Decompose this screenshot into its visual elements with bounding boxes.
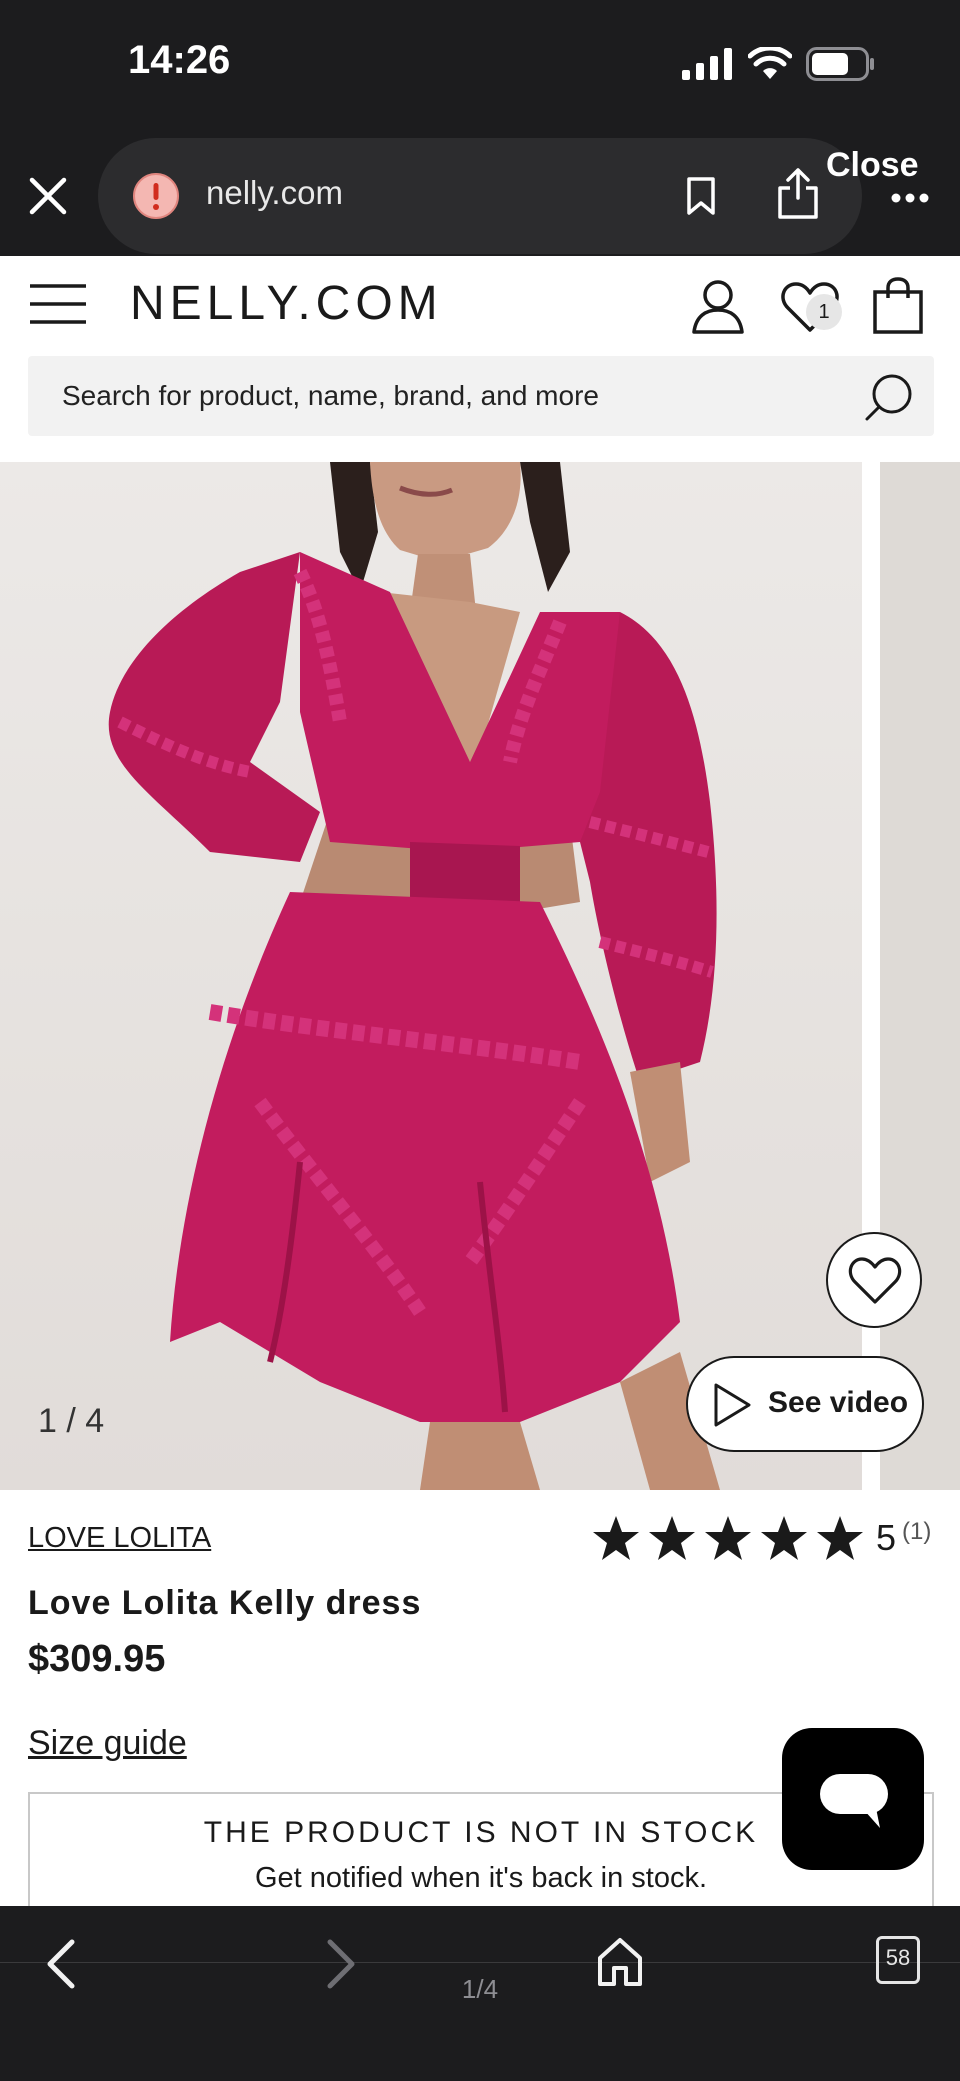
- signal-icon: [682, 48, 732, 80]
- url-text[interactable]: nelly.com: [206, 174, 343, 212]
- product-gallery[interactable]: 1 / 4 See video: [0, 462, 960, 1490]
- forward-arrow-icon[interactable]: [320, 1936, 360, 1992]
- close-button[interactable]: Close: [826, 146, 919, 185]
- site-logo[interactable]: NELLY.COM: [130, 276, 443, 331]
- product-name: Love Lolita Kelly dress: [28, 1584, 422, 1622]
- search-bar[interactable]: [28, 356, 934, 436]
- next-image-peek[interactable]: [880, 462, 960, 1490]
- tabs-button[interactable]: 58: [876, 1936, 920, 1984]
- see-video-button[interactable]: See video: [686, 1356, 924, 1452]
- share-icon[interactable]: [776, 166, 820, 220]
- page-indicator: 1/4: [461, 1974, 499, 2004]
- image-counter: 1 / 4: [38, 1402, 105, 1440]
- close-tab-icon[interactable]: [28, 176, 68, 216]
- star-icon: [649, 1516, 695, 1560]
- search-input[interactable]: [62, 356, 842, 436]
- browser-bar: nelly.com Close: [0, 130, 960, 256]
- bookmark-icon[interactable]: [686, 176, 716, 216]
- browser-toolbar: 1/4 58: [0, 1906, 960, 2081]
- more-icon[interactable]: [890, 192, 930, 204]
- product-image: [108, 462, 720, 1490]
- site-header: NELLY.COM 1: [0, 256, 960, 456]
- status-bar: 14:26: [0, 0, 960, 130]
- gallery-divider: [862, 462, 880, 1490]
- home-icon[interactable]: [596, 1936, 644, 1988]
- star-icon: [817, 1516, 863, 1560]
- add-to-wishlist-button[interactable]: [826, 1232, 922, 1328]
- shopping-bag-icon[interactable]: [872, 276, 924, 334]
- size-guide-link[interactable]: Size guide: [28, 1724, 187, 1763]
- rating-value: 5: [876, 1517, 897, 1558]
- brand-link[interactable]: LOVE LOLITA: [28, 1522, 211, 1555]
- menu-icon[interactable]: [28, 282, 88, 326]
- toolbar-divider: [0, 1962, 960, 1963]
- status-time: 14:26: [128, 38, 231, 82]
- heart-icon: [848, 1257, 902, 1304]
- see-video-label: See video: [768, 1386, 909, 1419]
- tabs-count: 58: [885, 1945, 911, 1970]
- account-icon[interactable]: [690, 278, 746, 334]
- product-rating[interactable]: 5 (1): [592, 1512, 931, 1564]
- status-icons: [682, 44, 876, 84]
- rating-count: (1): [902, 1518, 932, 1545]
- back-arrow-icon[interactable]: [42, 1936, 82, 1992]
- rating-stars: [592, 1515, 864, 1561]
- chat-icon: [820, 1774, 888, 1828]
- star-icon: [705, 1516, 751, 1560]
- play-icon: [714, 1383, 751, 1427]
- stock-subtitle: Get notified when it's back in stock.: [254, 1862, 708, 1894]
- battery-icon: [806, 47, 874, 81]
- search-icon[interactable]: [864, 372, 914, 422]
- star-icon: [761, 1516, 807, 1560]
- product-price: $309.95: [28, 1638, 166, 1680]
- star-icon: [593, 1516, 639, 1560]
- wishlist-count-badge: 1: [806, 294, 842, 330]
- chat-button[interactable]: [782, 1728, 924, 1870]
- wifi-icon: [748, 47, 792, 79]
- warning-icon[interactable]: [132, 172, 180, 220]
